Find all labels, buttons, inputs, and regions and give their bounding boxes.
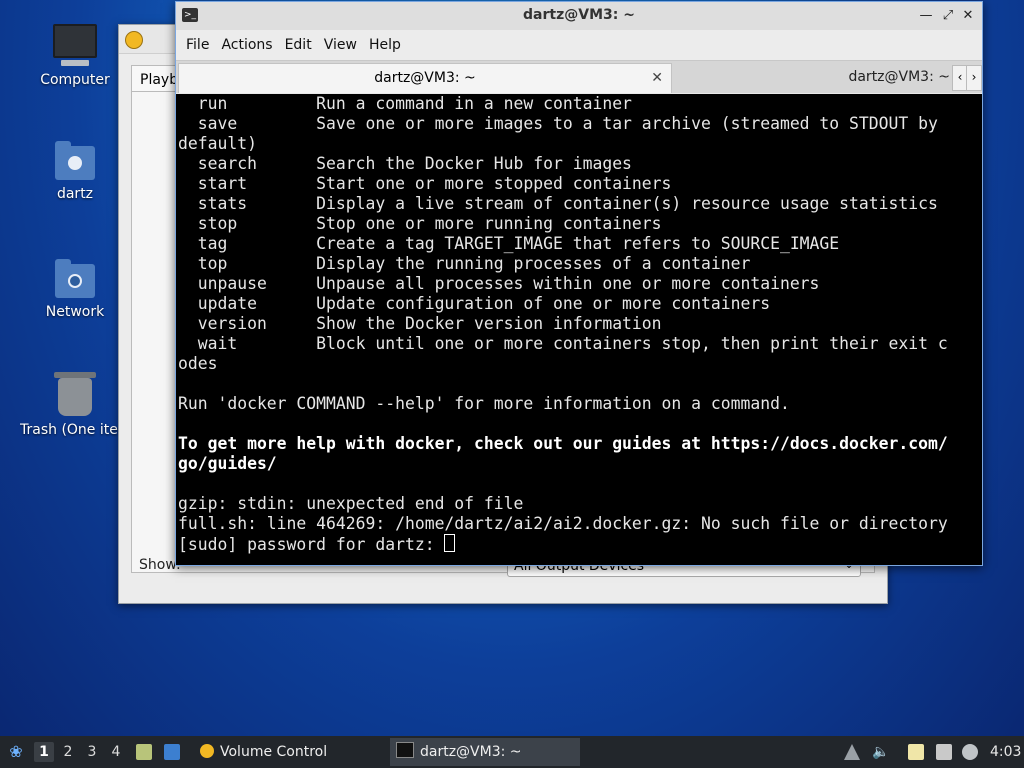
tab-label: dartz@VM3: ~	[848, 69, 950, 85]
desktop-icon-dartz[interactable]: dartz	[20, 141, 130, 202]
show-desktop-icon[interactable]	[164, 744, 180, 760]
workspace-3[interactable]: 3	[82, 742, 102, 762]
terminal-text: run Run a command in a new container sav…	[176, 94, 982, 555]
close-tab-icon[interactable]: ✕	[651, 64, 663, 92]
desktop-icon-label: Computer	[40, 72, 110, 88]
volume-app-icon	[200, 744, 214, 758]
terminal-prompt: [sudo] password for dartz:	[178, 535, 445, 554]
network-folder-icon	[55, 259, 95, 298]
terminal-line: stats Display a live stream of container…	[197, 194, 938, 213]
terminal-titlebar[interactable]: >_ dartz@VM3: ~ — ⤢ ✕	[176, 2, 982, 30]
terminal-line: search Search the Docker Hub for images	[197, 154, 632, 173]
computer-icon	[53, 24, 97, 66]
terminal-line: version Show the Docker version informat…	[197, 314, 662, 333]
menu-help[interactable]: Help	[369, 37, 401, 53]
task-volume-control[interactable]: Volume Control	[194, 738, 384, 766]
terminal-line: wait Block until one or more containers …	[197, 334, 948, 353]
desktop-icon-label: dartz	[56, 186, 94, 202]
window-title: dartz@VM3: ~	[523, 7, 635, 23]
workspace-4[interactable]: 4	[106, 742, 126, 762]
menu-actions[interactable]: Actions	[221, 37, 272, 53]
tab-label: dartz@VM3: ~	[374, 70, 476, 86]
terminal-line: save Save one or more images to a tar ar…	[197, 114, 938, 133]
desktop-icon-network[interactable]: Network	[20, 259, 130, 320]
terminal-line: start Start one or more stopped containe…	[197, 174, 672, 193]
terminal-line: Run 'docker COMMAND --help' for more inf…	[178, 394, 790, 413]
network-icon[interactable]	[936, 744, 952, 760]
menu-file[interactable]: File	[186, 37, 209, 53]
app-menu-icon[interactable]: ❀	[6, 742, 26, 762]
terminal-line: default)	[178, 134, 257, 153]
terminal-tab-active[interactable]: dartz@VM3: ~ ✕	[178, 63, 672, 93]
minimize-button[interactable]: —	[916, 6, 936, 26]
desktop-icon-label: Trash (One item)	[20, 422, 120, 438]
workspace-2[interactable]: 2	[58, 742, 78, 762]
terminal-line: update Update configuration of one or mo…	[197, 294, 771, 313]
task-label: Volume Control	[220, 744, 328, 760]
menu-bar: File Actions Edit View Help	[176, 30, 982, 60]
taskbar: ❀ 1 2 3 4 Volume Control dartz@VM3: ~ 🔈 …	[0, 736, 1024, 768]
file-manager-launcher-icon[interactable]	[136, 744, 152, 760]
terminal-app-icon	[396, 742, 414, 758]
notification-icon[interactable]	[962, 744, 978, 760]
menu-edit[interactable]: Edit	[285, 37, 312, 53]
task-terminal[interactable]: dartz@VM3: ~	[390, 738, 580, 766]
terminal-line: full.sh: line 464269: /home/dartz/ai2/ai…	[178, 514, 948, 533]
task-label: dartz@VM3: ~	[420, 744, 522, 760]
terminal-line-bold: go/guides/	[178, 454, 277, 473]
volume-app-icon	[125, 31, 143, 49]
tab-scroll-right-button[interactable]: ›	[966, 65, 982, 91]
terminal-line: run Run a command in a new container	[197, 94, 632, 113]
home-folder-icon	[55, 141, 95, 180]
terminal-tab-inactive[interactable]: dartz@VM3: ~	[676, 63, 954, 93]
desktop-icon-label: Network	[45, 304, 105, 320]
terminal-line: top Display the running processes of a c…	[197, 254, 751, 273]
terminal-line: stop Stop one or more running containers	[197, 214, 662, 233]
clock[interactable]: 4:03	[990, 736, 1021, 768]
menu-view[interactable]: View	[324, 37, 357, 53]
terminal-line: gzip: stdin: unexpected end of file	[178, 494, 524, 513]
update-notifier-icon[interactable]	[844, 744, 860, 760]
trash-icon	[54, 372, 96, 416]
terminal-line: tag Create a tag TARGET_IMAGE that refer…	[197, 234, 840, 253]
desktop-icon-computer[interactable]: Computer	[20, 24, 130, 88]
tab-bar: dartz@VM3: ~ ✕ dartz@VM3: ~ ‹ ›	[176, 60, 982, 93]
workspace-1[interactable]: 1	[34, 742, 54, 762]
desktop-icon-trash[interactable]: Trash (One item)	[20, 372, 130, 438]
terminal-window[interactable]: >_ dartz@VM3: ~ — ⤢ ✕ File Actions Edit …	[175, 1, 983, 566]
maximize-button[interactable]: ⤢	[938, 6, 958, 26]
clipboard-icon[interactable]	[908, 744, 924, 760]
terminal-cursor	[444, 534, 456, 552]
terminal-line: unpause Unpause all processes within one…	[197, 274, 820, 293]
close-button[interactable]: ✕	[958, 6, 978, 26]
terminal-line-bold: To get more help with docker, check out …	[178, 434, 948, 453]
volume-icon[interactable]: 🔈	[872, 744, 889, 760]
terminal-line: odes	[178, 354, 218, 373]
terminal-output[interactable]: run Run a command in a new container sav…	[176, 94, 982, 565]
